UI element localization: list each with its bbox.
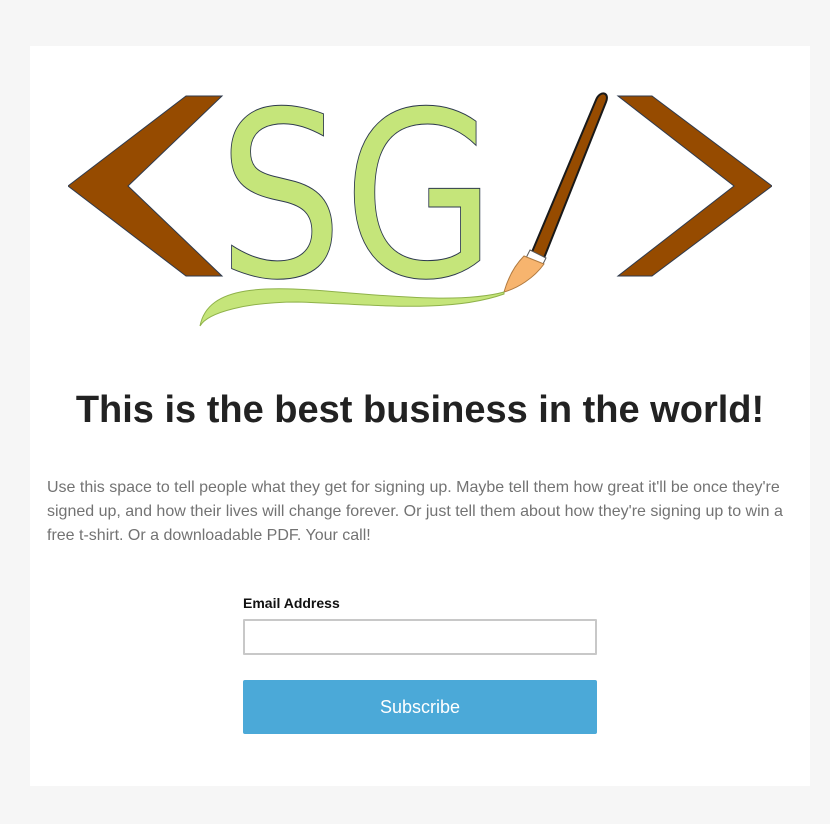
email-label: Email Address	[243, 595, 340, 611]
signup-card: SG This is the best business in the worl…	[30, 46, 810, 786]
right-bracket-shape	[616, 95, 772, 277]
left-bracket-shape	[68, 95, 224, 277]
sg-code-logo: SG	[68, 88, 772, 332]
paintbrush-handle-shape	[530, 92, 608, 260]
email-field[interactable]	[243, 619, 597, 655]
page-headline: This is the best business in the world!	[75, 389, 765, 431]
intro-paragraph: Use this space to tell people what they …	[47, 479, 783, 544]
paintbrush-tip-shape	[503, 255, 545, 293]
signup-form: Email Address Subscribe	[243, 594, 597, 734]
subscribe-button[interactable]: Subscribe	[243, 680, 597, 734]
